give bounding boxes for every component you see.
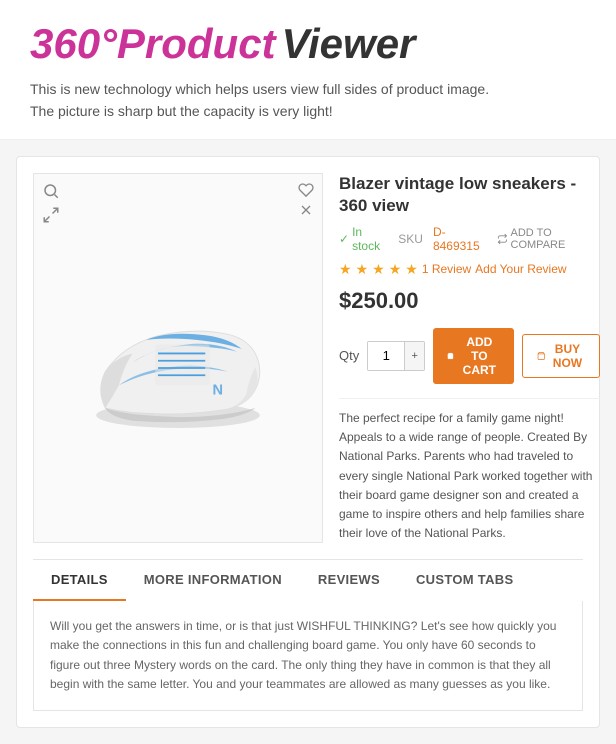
qty-label: Qty xyxy=(339,348,359,363)
stars-section: ★ ★ ★ ★ ★ 1 Review Add Your Review xyxy=(339,261,600,278)
close-icon[interactable] xyxy=(298,202,314,223)
tab-content: Will you get the answers in time, or is … xyxy=(33,601,583,711)
product-meta: ✓ In stock SKU D-8469315 ADD TO COMPARE xyxy=(339,225,600,253)
product-price: $250.00 xyxy=(339,288,600,314)
header-title: 360° Product Viewer xyxy=(30,20,586,68)
product-description: The perfect recipe for a family game nig… xyxy=(339,398,600,543)
qty-cart-row: Qty + ADD TO CART BUY NOW xyxy=(339,328,600,384)
in-stock-badge: ✓ In stock xyxy=(339,225,388,253)
check-icon: ✓ xyxy=(339,232,349,246)
star-2: ★ xyxy=(356,261,369,278)
add-review-link[interactable]: Add Your Review xyxy=(475,262,566,276)
search-icon[interactable] xyxy=(42,182,60,205)
star-1: ★ xyxy=(339,261,352,278)
title-product: Product xyxy=(117,20,276,68)
sku-label: SKU xyxy=(398,232,423,246)
buy-now-button[interactable]: BUY NOW xyxy=(522,334,600,378)
star-3: ★ xyxy=(372,261,385,278)
product-info: Blazer vintage low sneakers - 360 view ✓… xyxy=(339,173,600,544)
review-count[interactable]: 1 Review xyxy=(422,262,471,276)
tab-reviews[interactable]: REVIEWS xyxy=(300,560,398,601)
tab-more-information[interactable]: MORE INFORMATION xyxy=(126,560,300,601)
product-name: Blazer vintage low sneakers - 360 view xyxy=(339,173,600,217)
sku-value: D-8469315 xyxy=(433,225,487,253)
add-to-cart-button[interactable]: ADD TO CART xyxy=(433,328,513,384)
product-image: N xyxy=(78,278,278,438)
tab-custom-tabs[interactable]: CUSTOM TABS xyxy=(398,560,531,601)
expand-icon[interactable] xyxy=(42,206,60,227)
compare-text: ADD TO COMPARE xyxy=(511,227,600,251)
buy-icon xyxy=(537,349,545,363)
tab-details[interactable]: DETAILS xyxy=(33,560,126,601)
subtitle-line2: The picture is sharp but the capacity is… xyxy=(30,100,586,122)
cart-icon xyxy=(447,349,454,363)
heart-icon[interactable] xyxy=(298,182,314,203)
star-5: ★ xyxy=(405,261,418,278)
header-subtitle: This is new technology which helps users… xyxy=(30,78,586,123)
header-section: 360° Product Viewer This is new technolo… xyxy=(0,0,616,140)
product-image-area: N xyxy=(33,173,323,544)
tabs-bar: DETAILS MORE INFORMATION REVIEWS CUSTOM … xyxy=(33,559,583,601)
svg-text:N: N xyxy=(213,382,224,398)
product-main: N Blazer vintage low sneakers - 360 view… xyxy=(17,157,599,560)
product-container: N Blazer vintage low sneakers - 360 view… xyxy=(16,156,600,728)
qty-increment[interactable]: + xyxy=(404,342,424,370)
compare-link[interactable]: ADD TO COMPARE xyxy=(497,227,600,251)
subtitle-line1: This is new technology which helps users… xyxy=(30,78,586,100)
title-viewer: Viewer xyxy=(282,20,416,68)
qty-input[interactable] xyxy=(368,342,404,370)
star-4: ★ xyxy=(389,261,402,278)
title-360: 360° xyxy=(30,20,117,68)
qty-input-wrap: + xyxy=(367,341,425,371)
